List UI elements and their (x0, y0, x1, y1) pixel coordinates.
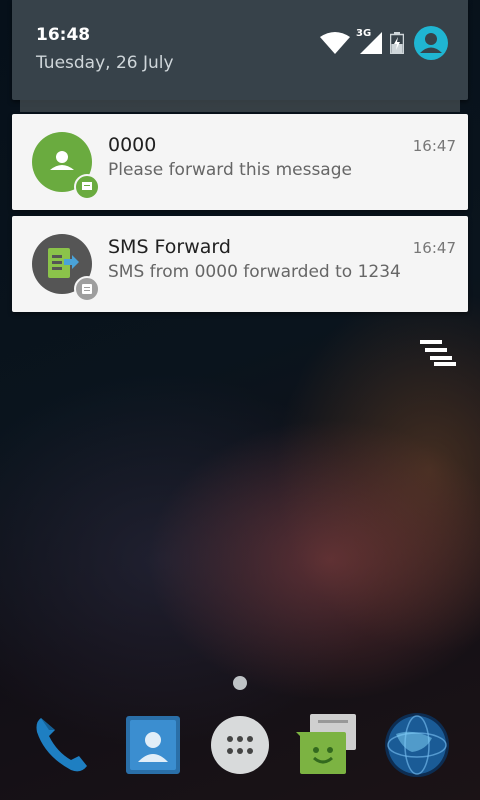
message-icon (74, 174, 100, 200)
notification-shade-edge (20, 100, 460, 112)
browser-globe-icon[interactable] (382, 710, 452, 780)
app-drawer-icon[interactable] (205, 710, 275, 780)
notification-title: SMS Forward (108, 236, 231, 258)
phone-icon[interactable] (27, 710, 97, 780)
notification-text: Please forward this message (108, 160, 352, 180)
messaging-icon[interactable] (292, 710, 362, 780)
message-icon (74, 276, 100, 302)
battery-charging-icon (390, 32, 404, 54)
notification-card[interactable]: SMS Forward SMS from 0000 forwarded to 1… (12, 216, 468, 312)
notification-text: SMS from 0000 forwarded to 1234 (108, 262, 401, 282)
user-avatar-icon[interactable] (414, 26, 448, 60)
status-icons: 3G (320, 26, 448, 60)
page-indicator (233, 676, 247, 690)
wifi-icon (320, 32, 350, 54)
notification-time: 16:47 (412, 137, 456, 155)
notification-title: 0000 (108, 134, 157, 156)
cell-signal-icon: 3G (356, 28, 384, 54)
contacts-icon[interactable] (118, 710, 188, 780)
notification-header: 16:48 Tuesday, 26 July 3G (12, 0, 468, 100)
network-type-label: 3G (356, 28, 372, 39)
clear-all-button[interactable] (420, 340, 456, 372)
clear-all-icon (420, 340, 456, 372)
clock-time: 16:48 (36, 25, 91, 45)
notification-time: 16:47 (412, 239, 456, 257)
notification-card[interactable]: 0000 Please forward this message 16:47 (12, 114, 468, 210)
date-label: Tuesday, 26 July (36, 53, 174, 73)
